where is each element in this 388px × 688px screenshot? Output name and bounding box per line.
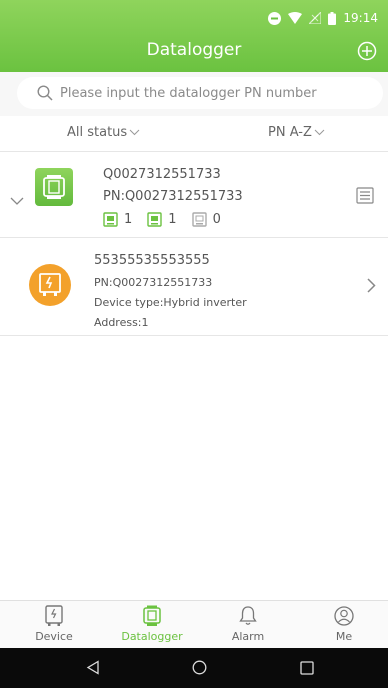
sort-filter[interactable]: PN A-Z: [268, 125, 325, 140]
do-not-disturb-icon: [268, 11, 282, 25]
filter-bar: All status PN A-Z: [0, 116, 388, 152]
back-button[interactable]: [86, 660, 100, 679]
tab-alarm-label: Alarm: [231, 630, 265, 643]
hybrid-inverter-icon: [39, 273, 61, 296]
chevron-down-icon: [314, 129, 325, 136]
datalogger-icon: [35, 168, 73, 206]
device-icon: [45, 605, 63, 626]
system-nav-bar: [0, 648, 388, 688]
recents-button[interactable]: [300, 660, 314, 679]
chevron-down-icon: [10, 197, 24, 205]
search-box[interactable]: [17, 77, 383, 109]
home-circle-icon: [192, 660, 207, 675]
bell-icon: [239, 606, 257, 625]
page-title: Datalogger: [146, 40, 242, 60]
detail-list-button[interactable]: [356, 187, 374, 208]
device-row[interactable]: 55355535553555 PN:Q0027312551733 Device …: [0, 239, 388, 336]
tab-me[interactable]: Me: [314, 605, 374, 643]
online-count: 1: [103, 212, 132, 227]
tab-alarm[interactable]: Alarm: [218, 605, 278, 643]
datalogger-device-icon: [43, 175, 65, 199]
recents-square-icon: [300, 661, 314, 675]
home-button[interactable]: [192, 660, 207, 679]
collapse-toggle[interactable]: [10, 191, 24, 210]
datalogger-name: Q0027312551733: [103, 167, 221, 182]
back-triangle-icon: [86, 660, 99, 675]
device-address: Address:1: [94, 316, 149, 329]
search-input[interactable]: [60, 85, 360, 101]
datalogger-pn: PN:Q0027312551733: [103, 189, 243, 204]
offline-count-value: 0: [212, 212, 221, 227]
datalogger-row[interactable]: Q0027312551733 PN:Q0027312551733 1 1 0: [0, 153, 388, 238]
normal-count-value: 1: [168, 212, 177, 227]
list-icon: [356, 187, 374, 204]
device-detail-chevron[interactable]: [367, 278, 376, 297]
online-device-icon: [103, 212, 118, 227]
app-header: 19:14 Datalogger: [0, 0, 388, 72]
sort-filter-label: PN A-Z: [268, 125, 312, 140]
device-name: 55355535553555: [94, 253, 210, 268]
device-type: Device type:Hybrid inverter: [94, 296, 247, 309]
offline-device-icon: [191, 212, 207, 227]
status-filter[interactable]: All status: [67, 125, 140, 140]
wifi-icon: [288, 12, 303, 24]
no-signal-icon: [309, 12, 322, 24]
normal-count: 1: [147, 212, 177, 227]
user-icon: [334, 606, 354, 626]
tab-datalogger[interactable]: Datalogger: [121, 605, 183, 643]
tab-device-label: Device: [35, 630, 73, 643]
add-circle-icon: [357, 41, 377, 61]
tab-me-label: Me: [335, 630, 353, 643]
tab-device[interactable]: Device: [24, 605, 84, 643]
status-time: 19:14: [343, 11, 378, 25]
search-area: [0, 72, 388, 116]
datalogger-icon: [143, 605, 161, 626]
battery-icon: [328, 11, 337, 25]
chevron-right-icon: [367, 278, 376, 293]
device-counts: 1 1 0: [103, 212, 236, 227]
device-pn: PN:Q0027312551733: [94, 276, 213, 289]
status-filter-label: All status: [67, 125, 128, 140]
chevron-down-icon: [129, 129, 140, 136]
normal-device-icon: [147, 212, 162, 227]
status-bar: 19:14: [268, 8, 378, 28]
offline-count: 0: [191, 212, 221, 227]
inverter-icon: [29, 264, 71, 306]
online-count-value: 1: [124, 212, 133, 227]
bottom-tab-bar: Device Datalogger Alarm Me: [0, 600, 388, 648]
tab-datalogger-label: Datalogger: [121, 630, 183, 643]
search-icon: [37, 85, 53, 101]
add-button[interactable]: [356, 40, 378, 62]
